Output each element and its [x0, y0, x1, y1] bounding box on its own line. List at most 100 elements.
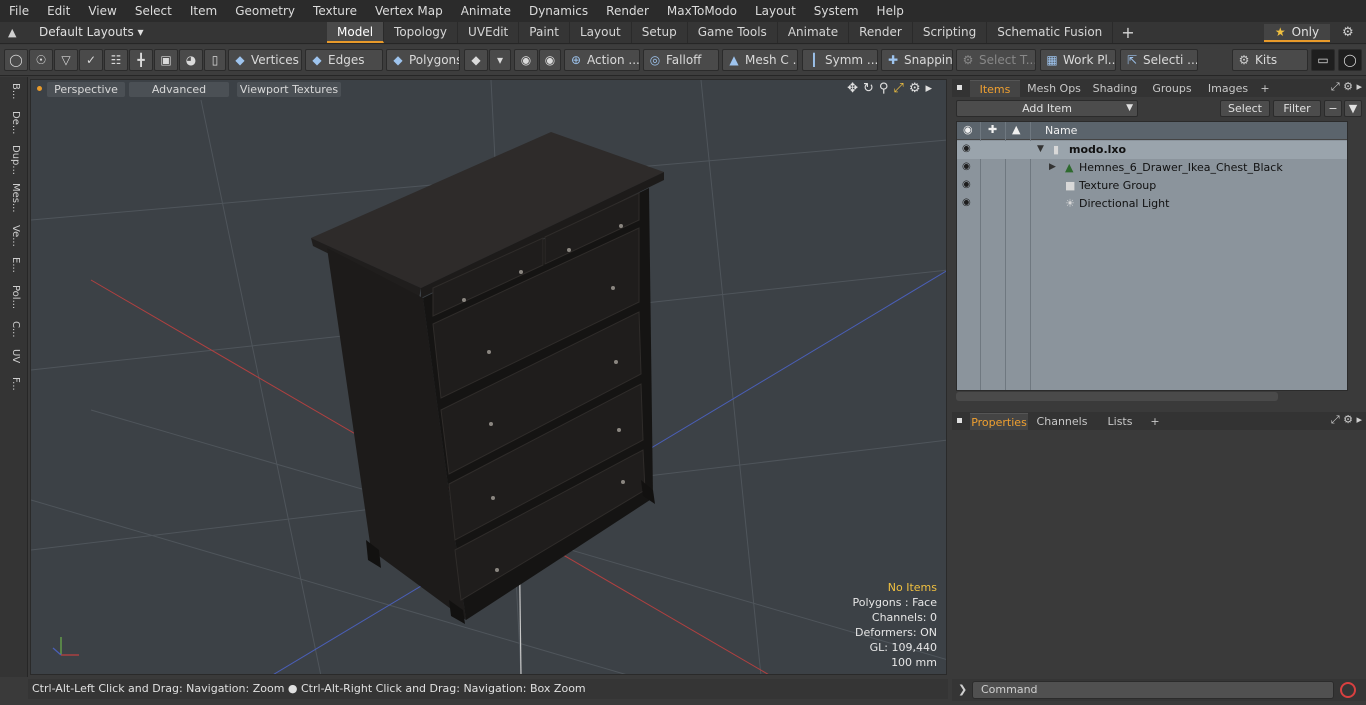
rotate-icon[interactable]: ↻ [863, 81, 874, 96]
kits-button[interactable]: ⚙ Kits [1232, 49, 1308, 71]
menu-select[interactable]: Select [126, 0, 181, 22]
add-item-button[interactable]: Add Item ▼ [956, 100, 1138, 117]
circle-select-icon[interactable]: ◯ [4, 49, 28, 71]
items-panel-menu-dot[interactable] [957, 85, 962, 90]
advanced-button[interactable]: Advanced [129, 82, 229, 97]
material-icon[interactable]: ◉ [514, 49, 538, 71]
globe-icon[interactable]: ☉ [29, 49, 53, 71]
left-tab-edge[interactable]: E... [5, 257, 21, 279]
brush-icon[interactable]: ✓ [79, 49, 103, 71]
pen-icon[interactable]: ▽ [54, 49, 78, 71]
unreal-icon[interactable]: ◯ [1338, 49, 1362, 71]
visibility-column-icon[interactable]: ◉ [963, 123, 973, 136]
type-column-icon[interactable]: ▲ [1012, 123, 1020, 136]
menu-vertex-map[interactable]: Vertex Map [366, 0, 452, 22]
tree-row-mesh[interactable]: ◉ ▶ ▲ Hemnes_6_Drawer_Ikea_Chest_Black [957, 159, 1347, 177]
tab-paint[interactable]: Paint [519, 22, 570, 43]
tab-images[interactable]: Images [1202, 80, 1254, 97]
collapse-icon[interactable]: − [1324, 100, 1342, 117]
properties-panel-menu-dot[interactable] [957, 418, 962, 423]
mesh-constraint-button[interactable]: ▲ Mesh C ... [722, 49, 798, 71]
items-panel-controls[interactable]: ⤢ ⚙ ▸ [1331, 80, 1362, 94]
tree-row-scene[interactable]: ◉ ▼ ▮ modo.lxo [957, 141, 1347, 159]
tab-channels[interactable]: Channels [1034, 413, 1090, 430]
left-tab-polygon[interactable]: Pol... [5, 285, 21, 315]
select-through-button[interactable]: ⚙ Select T... [956, 49, 1036, 71]
only-toggle[interactable]: ★ Only [1264, 24, 1330, 42]
menu-dynamics[interactable]: Dynamics [520, 0, 597, 22]
funnel-icon[interactable]: ▼ [1344, 100, 1362, 117]
eye-icon[interactable]: ◉ [962, 143, 971, 154]
perspective-button[interactable]: Perspective [47, 82, 125, 97]
tree-row-texture-group[interactable]: ◉ ■ Texture Group [957, 177, 1347, 195]
tab-layout[interactable]: Layout [570, 22, 632, 43]
command-chevron-icon[interactable]: ❯ [958, 683, 967, 696]
maximize-icon[interactable]: ⤢ [893, 81, 903, 96]
polygons-button[interactable]: ◆ Polygons [386, 49, 460, 71]
timer-icon[interactable]: ◕ [179, 49, 203, 71]
left-tab-vertex[interactable]: Ve... [5, 225, 21, 251]
tab-items[interactable]: Items [970, 80, 1020, 97]
left-tab-basic[interactable]: B... [5, 83, 21, 105]
menu-geometry[interactable]: Geometry [226, 0, 304, 22]
transform-icon[interactable]: ╋ [129, 49, 153, 71]
zoom-icon[interactable]: ⚲ [879, 81, 889, 96]
name-column-header[interactable]: Name [1045, 124, 1077, 137]
menu-view[interactable]: View [79, 0, 125, 22]
add-panel-tab-button[interactable]: + [1148, 413, 1162, 430]
gear-icon[interactable]: ⚙ [1342, 25, 1354, 40]
tab-uvedit[interactable]: UVEdit [458, 22, 520, 43]
left-tab-fusion[interactable]: F... [5, 377, 21, 403]
menu-file[interactable]: File [0, 0, 38, 22]
menu-item[interactable]: Item [181, 0, 226, 22]
tab-render[interactable]: Render [849, 22, 913, 43]
left-tab-curve[interactable]: C... [5, 321, 21, 343]
menu-maxtomodo[interactable]: MaxToModo [658, 0, 746, 22]
tab-setup[interactable]: Setup [632, 22, 688, 43]
eye-icon[interactable]: ◉ [962, 197, 971, 208]
tab-lists[interactable]: Lists [1096, 413, 1144, 430]
falloff-button[interactable]: ◎ Falloff [643, 49, 719, 71]
selection-sets-button[interactable]: ⇱ Selecti ... [1120, 49, 1198, 71]
properties-panel-controls[interactable]: ⤢ ⚙ ▸ [1331, 413, 1362, 427]
3d-viewport[interactable]: Perspective Advanced Viewport Textures ✥… [30, 79, 947, 675]
left-tab-duplicate[interactable]: Dup... [5, 145, 21, 175]
unity-icon[interactable]: ▭ [1311, 49, 1335, 71]
tab-shading[interactable]: Shading [1088, 80, 1142, 97]
item-mode-icon[interactable]: ◆ [464, 49, 488, 71]
filter-button[interactable]: Filter [1273, 100, 1321, 117]
menu-system[interactable]: System [805, 0, 868, 22]
align-icon[interactable]: ☷ [104, 49, 128, 71]
work-plane-button[interactable]: ▦ Work Pl... [1040, 49, 1116, 71]
eye-icon[interactable]: ◉ [962, 179, 971, 190]
menu-layout[interactable]: Layout [746, 0, 805, 22]
pivot-icon[interactable]: ◉ [539, 49, 561, 71]
menu-texture[interactable]: Texture [304, 0, 366, 22]
chevron-down-icon[interactable]: ▾ [489, 49, 511, 71]
lock-column-icon[interactable]: ✚ [988, 123, 997, 136]
pan-icon[interactable]: ✥ [847, 81, 858, 96]
viewport-menu-dot[interactable] [37, 86, 42, 91]
symmetry-button[interactable]: ┃ Symm ... [802, 49, 878, 71]
tab-properties[interactable]: Properties [970, 413, 1028, 430]
play-arrow-icon[interactable]: ▸ [925, 81, 932, 96]
menu-render[interactable]: Render [597, 0, 658, 22]
expand-arrow-icon[interactable]: ▶ [1049, 162, 1056, 172]
tab-game-tools[interactable]: Game Tools [688, 22, 778, 43]
record-icon[interactable] [1340, 682, 1356, 698]
layout-arrow-icon[interactable]: ▲ [8, 26, 22, 40]
tab-topology[interactable]: Topology [384, 22, 459, 43]
edges-button[interactable]: ◆ Edges [305, 49, 383, 71]
box-icon[interactable]: ▣ [154, 49, 178, 71]
viewport-gear-icon[interactable]: ⚙ [909, 81, 921, 96]
tab-model[interactable]: Model [327, 22, 385, 43]
snapping-button[interactable]: ✚ Snapping [881, 49, 953, 71]
tree-vertical-scrollbar[interactable] [1349, 121, 1358, 391]
left-tab-mesh-edit[interactable]: Mes... [5, 183, 21, 217]
left-tab-deform[interactable]: De... [5, 111, 21, 137]
select-button[interactable]: Select [1220, 100, 1270, 117]
action-button[interactable]: ⊕ Action ... [564, 49, 640, 71]
tree-row-light[interactable]: ◉ ☀ Directional Light [957, 195, 1347, 213]
tree-horizontal-scrollbar[interactable] [956, 392, 1278, 401]
menu-help[interactable]: Help [868, 0, 913, 22]
